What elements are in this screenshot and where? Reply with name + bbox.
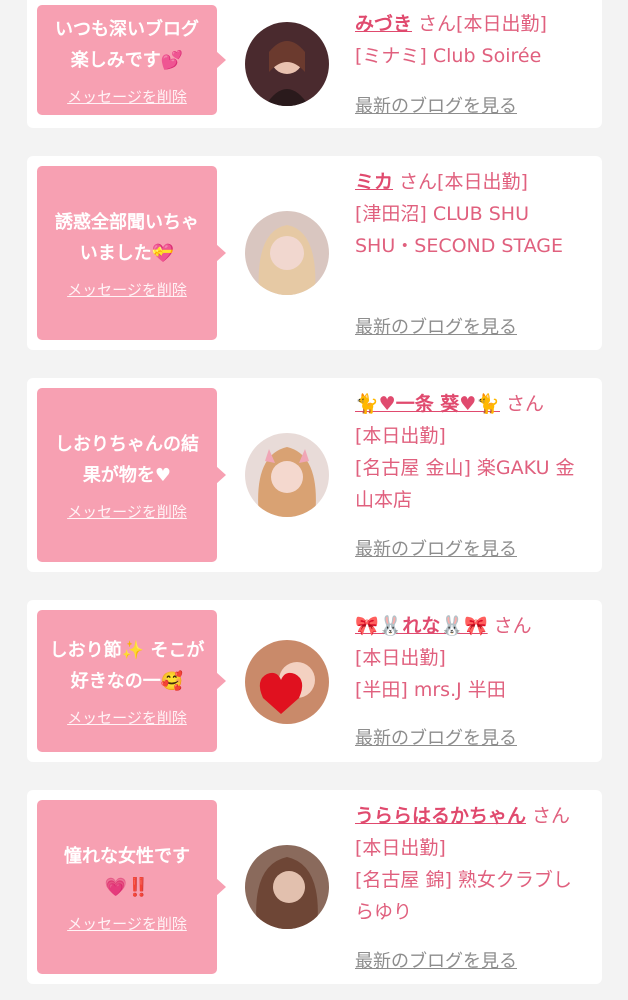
profile-info: みづき さん[本日出勤] [ミナミ] Club Soirée [355, 8, 590, 72]
shop-text: [名古屋 錦] 熟女クラブしらゆり [355, 869, 572, 923]
message-card: いつも深いブログ楽しみです💕 メッセージを削除 みづき さん[本日出勤] [ミナミ… [27, 0, 602, 128]
shop-text: [ミナミ] Club Soirée [355, 45, 542, 67]
message-card: しおり節✨ そこが好きなの一🥰 メッセージを削除 🎀🐰れな🐰🎀 さん [本日出勤]… [27, 600, 602, 762]
girl-name-link[interactable]: 🐈♥一条 葵♥🐈 [355, 393, 500, 415]
message-card: 誘惑全部聞いちゃいました💝 メッセージを削除 ミカ さん[本日出勤] [津田沼] … [27, 156, 602, 350]
latest-blog-link[interactable]: 最新のブログを見る [355, 724, 517, 750]
honorific: さん [506, 393, 545, 415]
status-text: [本日出勤] [355, 647, 446, 669]
message-card: しおりちゃんの結果が物を♥ メッセージを削除 🐈♥一条 葵♥🐈 さん [本日出勤]… [27, 378, 602, 572]
status-text: [本日出勤] [437, 171, 528, 193]
latest-blog-link[interactable]: 最新のブログを見る [355, 535, 517, 561]
profile-info: うららはるかちゃん さん [本日出勤] [名古屋 錦] 熟女クラブしらゆり [355, 800, 590, 928]
girl-name-link[interactable]: うららはるかちゃん [355, 805, 526, 827]
avatar[interactable] [245, 22, 329, 106]
message-bubble: 誘惑全部聞いちゃいました💝 メッセージを削除 [37, 166, 226, 340]
message-bubble: いつも深いブログ楽しみです💕 メッセージを削除 [37, 5, 226, 115]
latest-blog-link[interactable]: 最新のブログを見る [355, 313, 517, 339]
delete-message-link[interactable]: メッセージを削除 [67, 913, 187, 934]
status-text: [本日出勤] [456, 13, 547, 35]
message-card: 憧れな女性です💗‼️ メッセージを削除 うららはるかちゃん さん [本日出勤] [名… [27, 790, 602, 984]
girl-name-link[interactable]: ミカ [355, 171, 393, 193]
shop-text: [名古屋 金山] 楽GAKU 金山本店 [355, 457, 575, 511]
delete-message-link[interactable]: メッセージを削除 [67, 501, 187, 522]
message-text: 誘惑全部聞いちゃいました💝 [55, 211, 199, 264]
message-bubble: 憧れな女性です💗‼️ メッセージを削除 [37, 800, 226, 974]
honorific: さん [493, 615, 532, 637]
delete-message-link[interactable]: メッセージを削除 [67, 707, 187, 728]
honorific: さん [532, 805, 571, 827]
message-list: いつも深いブログ楽しみです💕 メッセージを削除 みづき さん[本日出勤] [ミナミ… [0, 0, 628, 1000]
message-text: しおりちゃんの結果が物を♥ [55, 433, 199, 486]
status-text: [本日出勤] [355, 425, 446, 447]
avatar[interactable] [245, 845, 329, 929]
profile-info: 🐈♥一条 葵♥🐈 さん [本日出勤] [名古屋 金山] 楽GAKU 金山本店 [355, 388, 590, 516]
status-text: [本日出勤] [355, 837, 446, 859]
message-bubble: しおり節✨ そこが好きなの一🥰 メッセージを削除 [37, 610, 226, 752]
girl-name-link[interactable]: みづき [355, 13, 412, 35]
avatar[interactable] [245, 640, 329, 724]
latest-blog-link[interactable]: 最新のブログを見る [355, 92, 517, 118]
message-text: いつも深いブログ楽しみです💕 [55, 18, 199, 71]
message-text: 憧れな女性です💗‼️ [64, 845, 190, 898]
honorific: さん [399, 171, 438, 193]
shop-text: [津田沼] CLUB SHU SHU・SECOND STAGE [355, 203, 564, 257]
honorific: さん [418, 13, 457, 35]
message-bubble: しおりちゃんの結果が物を♥ メッセージを削除 [37, 388, 226, 562]
profile-info: ミカ さん[本日出勤] [津田沼] CLUB SHU SHU・SECOND STA… [355, 166, 590, 262]
message-text: しおり節✨ そこが好きなの一🥰 [49, 639, 205, 692]
girl-name-link[interactable]: 🎀🐰れな🐰🎀 [355, 615, 488, 637]
avatar[interactable] [245, 211, 329, 295]
delete-message-link[interactable]: メッセージを削除 [67, 86, 187, 107]
shop-text: [半田] mrs.J 半田 [355, 679, 506, 701]
latest-blog-link[interactable]: 最新のブログを見る [355, 947, 517, 973]
avatar[interactable] [245, 433, 329, 517]
delete-message-link[interactable]: メッセージを削除 [67, 279, 187, 300]
profile-info: 🎀🐰れな🐰🎀 さん [本日出勤] [半田] mrs.J 半田 [355, 610, 590, 706]
